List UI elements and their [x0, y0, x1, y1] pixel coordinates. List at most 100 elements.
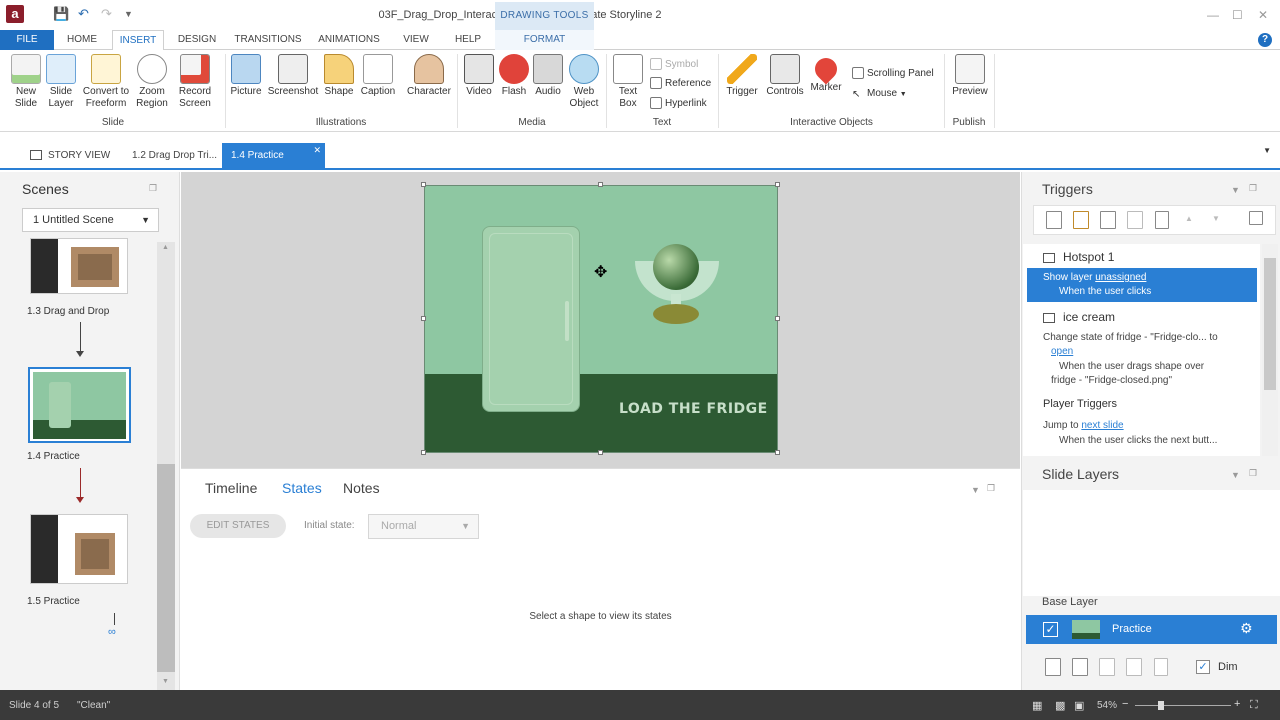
panel-restore-icon[interactable]: ❐: [987, 483, 995, 494]
trigger-object-ice-cream[interactable]: ice cream: [1043, 310, 1115, 324]
symbol-button[interactable]: Symbol: [650, 57, 698, 73]
selection-handle[interactable]: [775, 450, 780, 455]
panel-restore-icon[interactable]: ❐: [1249, 183, 1257, 194]
trigger-jump-to[interactable]: Jump to next slide: [1043, 419, 1124, 433]
chevron-down-icon[interactable]: ▼: [1231, 470, 1240, 480]
copy-layer-icon[interactable]: [1099, 658, 1115, 676]
zoom-region-button[interactable]: Zoom Region: [134, 54, 170, 110]
character-button[interactable]: Character: [404, 54, 454, 98]
trigger-change-state[interactable]: Change state of fridge - "Fridge-clo... …: [1043, 331, 1218, 345]
initial-state-select[interactable]: Normal ▼: [368, 514, 479, 539]
video-button[interactable]: Video: [462, 54, 496, 98]
ice-cream-scoop[interactable]: [653, 244, 699, 290]
new-layer-icon[interactable]: [1045, 658, 1061, 676]
panel-restore-icon[interactable]: ❐: [1249, 468, 1257, 479]
dim-checkbox[interactable]: ✓: [1196, 660, 1210, 674]
base-layer-checkbox[interactable]: ✓: [1043, 622, 1058, 637]
web-object-button[interactable]: Web Object: [567, 54, 601, 110]
tab-notes[interactable]: Notes: [343, 480, 380, 496]
picture-button[interactable]: Picture: [229, 54, 263, 98]
tab-home[interactable]: HOME: [58, 30, 106, 50]
minimize-icon[interactable]: —: [1207, 8, 1219, 22]
fridge-image[interactable]: [482, 226, 580, 412]
screenshot-button[interactable]: Screenshot: [266, 54, 320, 98]
tab-view[interactable]: VIEW: [394, 30, 438, 50]
preview-button[interactable]: Preview: [950, 54, 990, 98]
fit-view-icon[interactable]: ▣: [1074, 699, 1084, 712]
grid-view-icon[interactable]: ▩: [1055, 699, 1065, 712]
triggers-scrollbar-thumb[interactable]: [1264, 258, 1276, 390]
tab-states[interactable]: States: [282, 480, 322, 496]
tab-design[interactable]: DESIGN: [170, 30, 224, 50]
mouse-button[interactable]: ↖ Mouse ▼: [852, 86, 907, 102]
delete-trigger-icon[interactable]: [1155, 211, 1169, 229]
trigger-link-unassigned[interactable]: unassigned: [1095, 272, 1146, 283]
new-slide-button[interactable]: New Slide: [8, 54, 44, 110]
close-tab-icon[interactable]: ✕: [313, 137, 321, 163]
fit-to-window-icon[interactable]: ⛶: [1250, 699, 1258, 712]
paste-trigger-icon[interactable]: [1127, 211, 1143, 229]
gear-icon[interactable]: ⚙: [1240, 620, 1253, 637]
move-down-icon[interactable]: ▼: [1212, 214, 1220, 223]
duplicate-layer-icon[interactable]: [1072, 658, 1088, 676]
selection-handle[interactable]: [598, 182, 603, 187]
flash-button[interactable]: Flash: [497, 54, 531, 98]
tab-format[interactable]: FORMAT: [495, 30, 594, 50]
maximize-icon[interactable]: ☐: [1232, 8, 1243, 22]
hyperlink-button[interactable]: Hyperlink: [650, 96, 707, 112]
paste-layer-icon[interactable]: [1126, 658, 1142, 676]
trigger-button[interactable]: Trigger: [724, 54, 760, 98]
selection-handle[interactable]: [421, 182, 426, 187]
zoom-in-icon[interactable]: +: [1234, 698, 1240, 710]
scene-select[interactable]: 1 Untitled Scene ▼: [22, 208, 159, 232]
chevron-down-icon[interactable]: ▼: [971, 485, 980, 495]
scroll-down-icon[interactable]: ▼: [162, 678, 169, 685]
zoom-slider[interactable]: [1135, 705, 1231, 706]
reference-button[interactable]: Reference: [650, 76, 711, 92]
slide-thumbnail-1-4[interactable]: [28, 367, 131, 443]
scenes-scrollbar-thumb[interactable]: [157, 464, 175, 672]
edit-states-button[interactable]: EDIT STATES: [190, 514, 286, 538]
move-up-icon[interactable]: ▲: [1185, 214, 1193, 223]
trigger-link-next-slide[interactable]: next slide: [1081, 420, 1123, 431]
delete-layer-icon[interactable]: [1154, 658, 1168, 676]
selection-handle[interactable]: [421, 450, 426, 455]
new-trigger-icon[interactable]: [1046, 211, 1062, 229]
tab-animations[interactable]: ANIMATIONS: [312, 30, 386, 50]
slide-layer-button[interactable]: Slide Layer: [44, 54, 78, 110]
zoom-slider-thumb[interactable]: [1158, 701, 1164, 710]
audio-button[interactable]: Audio: [531, 54, 565, 98]
tab-help[interactable]: HELP: [446, 30, 490, 50]
edit-trigger-icon[interactable]: [1073, 211, 1089, 229]
normal-view-icon[interactable]: ▦: [1032, 699, 1042, 712]
slide-thumbnail-1-3[interactable]: [30, 238, 128, 294]
close-icon[interactable]: ✕: [1258, 8, 1268, 22]
zoom-out-icon[interactable]: −: [1122, 698, 1128, 710]
selection-handle[interactable]: [775, 182, 780, 187]
trigger-link-open[interactable]: open: [1051, 345, 1073, 359]
tab-timeline[interactable]: Timeline: [205, 480, 257, 496]
text-box-button[interactable]: Text Box: [612, 54, 644, 110]
tab-story-view[interactable]: STORY VIEW: [30, 143, 110, 169]
base-layer-row[interactable]: ✓ Practice ⚙: [1026, 615, 1277, 644]
record-screen-button[interactable]: Record Screen: [175, 54, 215, 110]
trigger-panel-options-icon[interactable]: [1249, 211, 1263, 225]
shape-button[interactable]: Shape: [322, 54, 356, 98]
tab-drag-drop-triggers[interactable]: 1.2 Drag Drop Tri...: [132, 143, 217, 169]
slide-thumbnail-1-5[interactable]: [30, 514, 128, 584]
copy-trigger-icon[interactable]: [1100, 211, 1116, 229]
selection-handle[interactable]: [775, 316, 780, 321]
scroll-up-icon[interactable]: ▲: [162, 244, 169, 251]
tab-insert[interactable]: INSERT: [112, 30, 164, 51]
chevron-down-icon[interactable]: ▼: [1231, 185, 1240, 195]
tab-file[interactable]: FILE: [0, 30, 54, 50]
scrolling-panel-button[interactable]: Scrolling Panel: [852, 66, 934, 82]
tab-practice[interactable]: 1.4 Practice ✕: [222, 143, 325, 169]
trigger-object-hotspot[interactable]: Hotspot 1: [1043, 250, 1114, 264]
tab-transitions[interactable]: TRANSITIONS: [230, 30, 306, 50]
convert-to-freeform-button[interactable]: Convert to Freeform: [82, 54, 130, 110]
slide-title-text[interactable]: LOAD THE FRIDGE: [619, 401, 768, 417]
help-icon[interactable]: ?: [1258, 33, 1272, 47]
panel-restore-icon[interactable]: ❐: [149, 183, 157, 194]
slide-stage[interactable]: LOAD THE FRIDGE: [424, 185, 778, 453]
